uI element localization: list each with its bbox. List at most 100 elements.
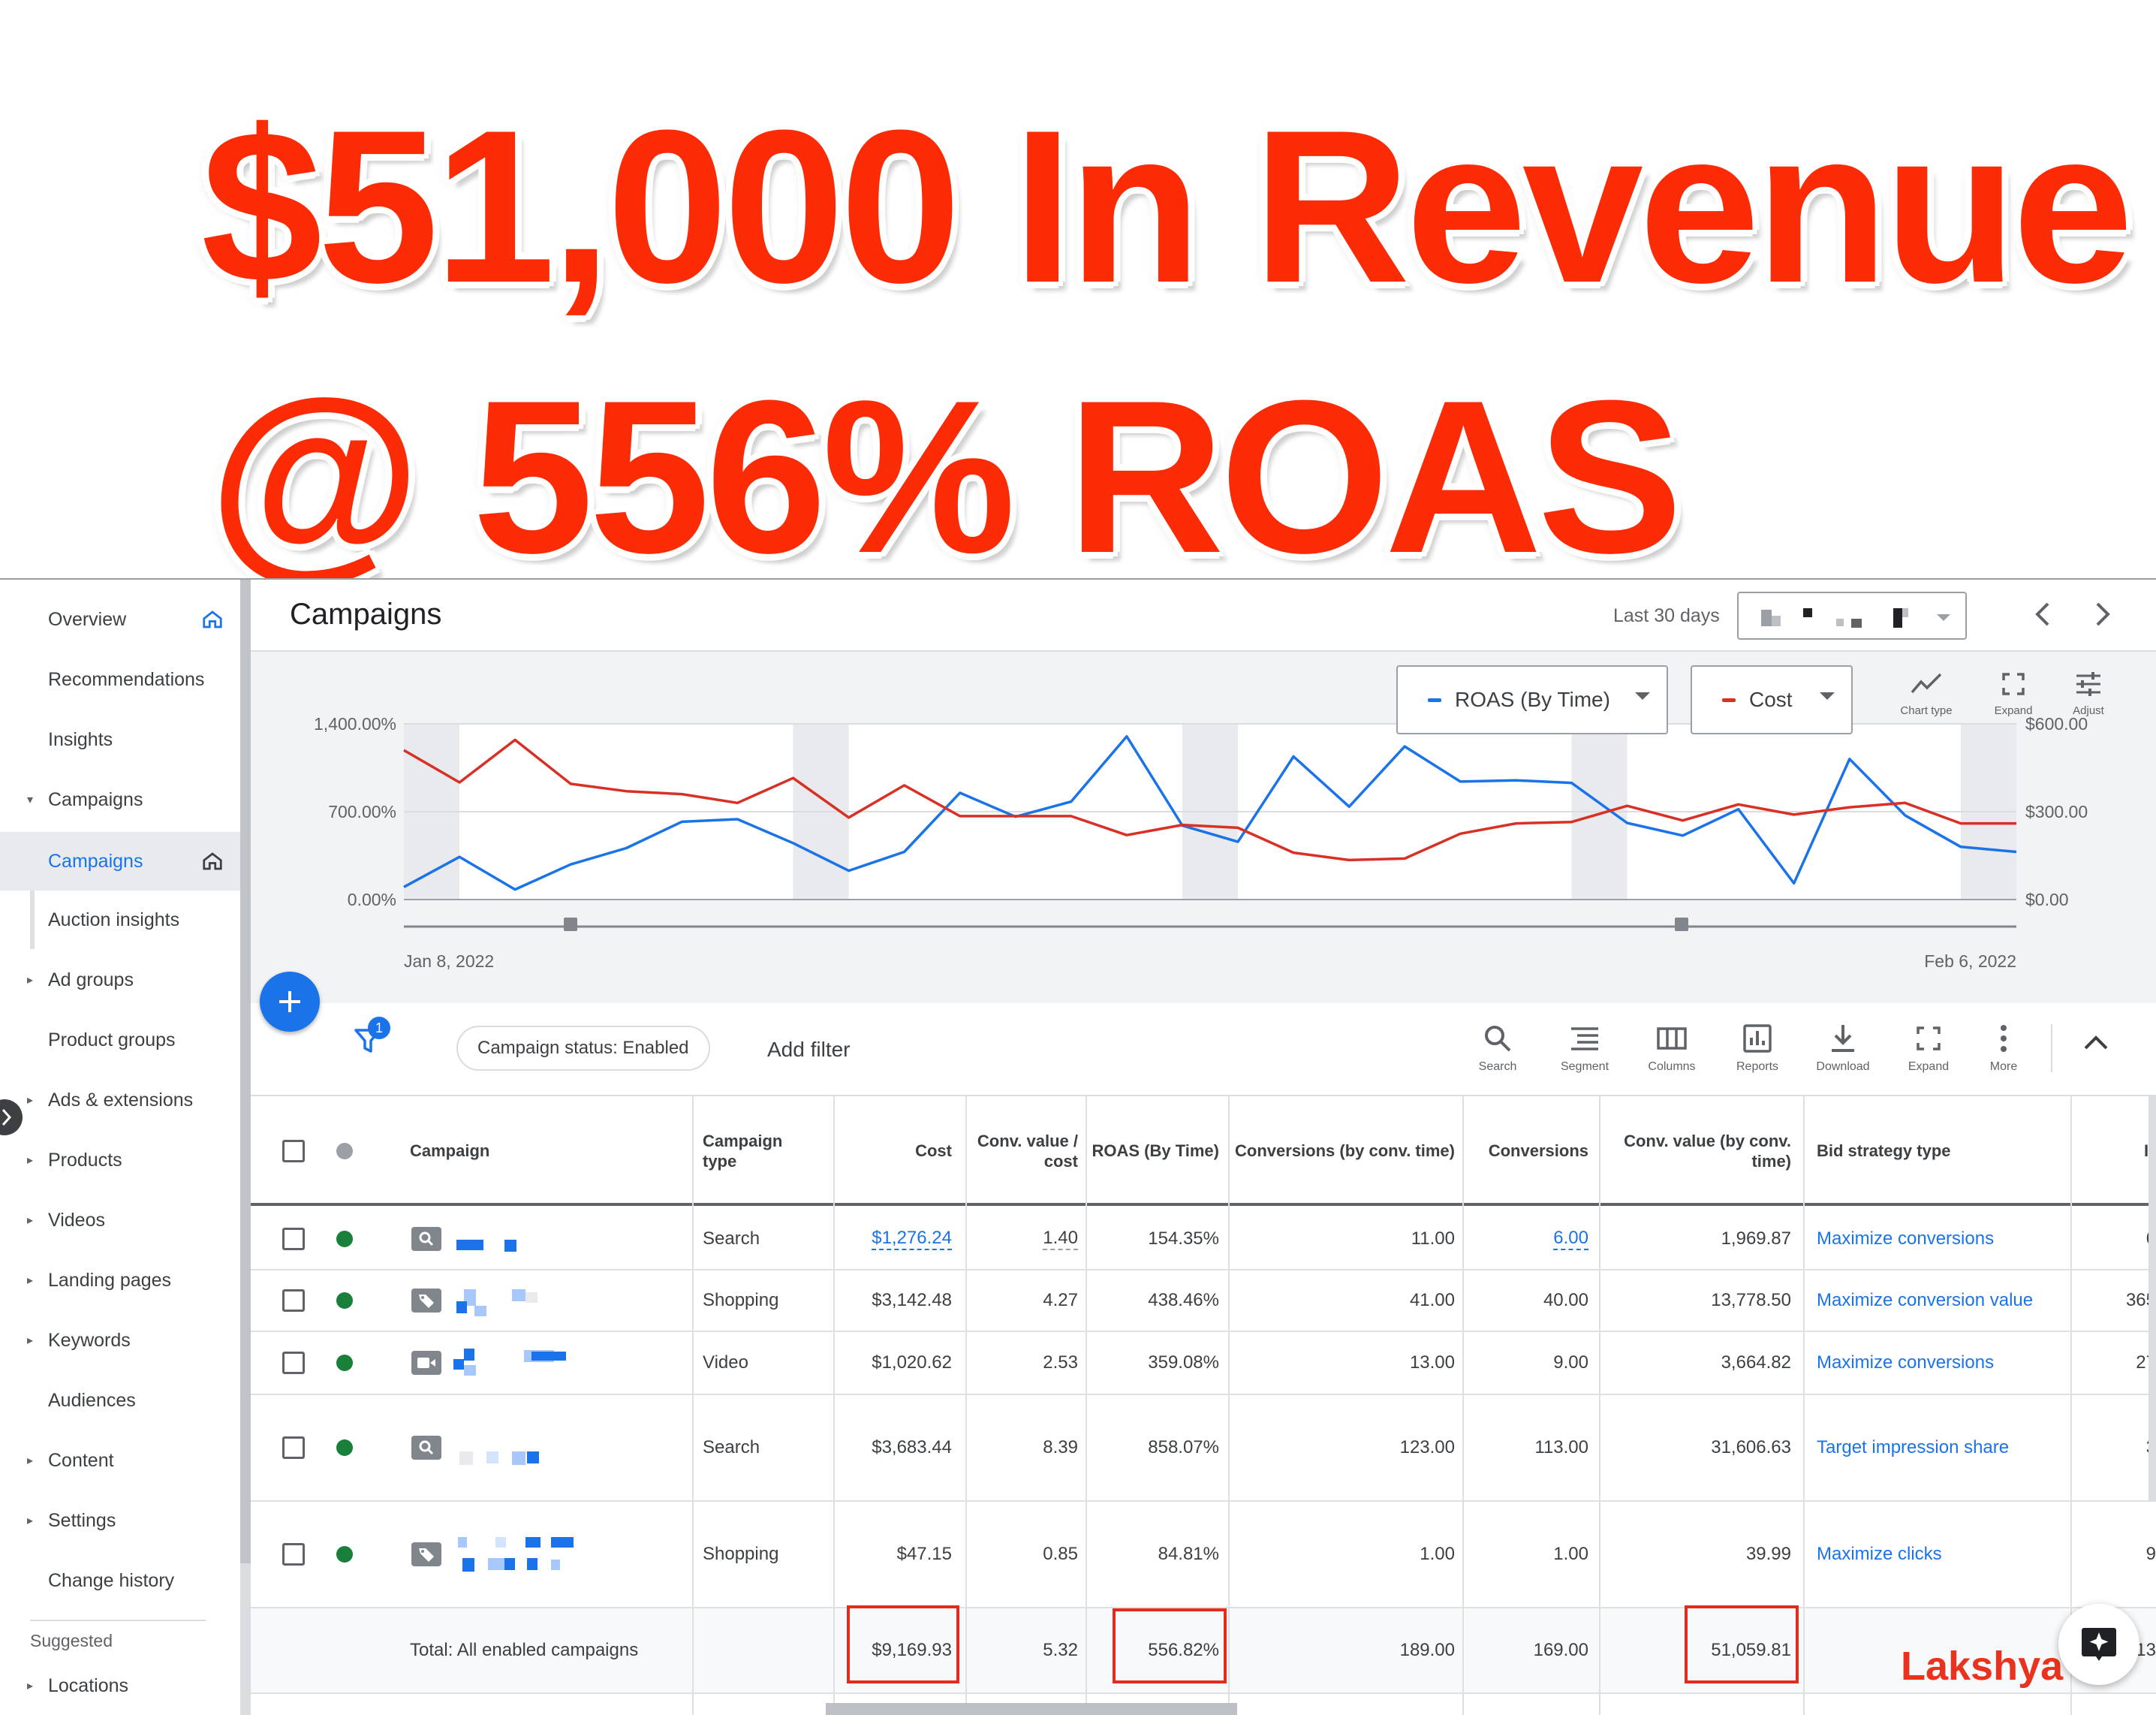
- date-range-select[interactable]: [1737, 592, 1967, 640]
- row-checkbox[interactable]: [282, 1289, 305, 1312]
- bid-strategy-link[interactable]: Maximize conversions: [1817, 1209, 1994, 1269]
- tool-label: Reports: [1736, 1060, 1779, 1073]
- sidebar-item-insights[interactable]: Insights: [0, 710, 240, 769]
- segment-icon: [1571, 1027, 1598, 1050]
- col-conversions-by-time[interactable]: Conversions (by conv. time): [1234, 1096, 1455, 1206]
- table-vertical-scrollbar[interactable]: [2148, 1096, 2156, 1502]
- assistant-button[interactable]: [2058, 1604, 2139, 1685]
- col-campaign-type[interactable]: Campaign type: [703, 1096, 808, 1206]
- roas-cell: 438.46%: [1148, 1290, 1219, 1310]
- campaign-name-redacted[interactable]: [411, 1209, 592, 1269]
- campaign-name-redacted[interactable]: [411, 1332, 592, 1394]
- sidebar-item-product-groups[interactable]: Product groups: [0, 1011, 240, 1069]
- status-enabled-dot[interactable]: [336, 1292, 353, 1309]
- sidebar-item-overview[interactable]: Overview: [0, 590, 240, 649]
- sidebar-item-locations[interactable]: ▸ Locations: [0, 1656, 240, 1715]
- sidebar-item-campaigns-group[interactable]: ▾ Campaigns: [0, 770, 240, 829]
- table-horizontal-scrollbar[interactable]: [826, 1703, 1237, 1715]
- sidebar-item-settings[interactable]: ▸ Settings: [0, 1491, 240, 1550]
- sidebar-item-products[interactable]: ▸ Products: [0, 1131, 240, 1189]
- status-cell[interactable]: [336, 1270, 353, 1331]
- select-all-checkbox-cell[interactable]: [282, 1096, 312, 1206]
- conv-value-by-time-cell: 1,969.87: [1721, 1228, 1791, 1249]
- sidebar-item-ads-extensions[interactable]: ▸ Ads & extensions: [0, 1071, 240, 1129]
- sidebar-item-landing-pages[interactable]: ▸ Landing pages: [0, 1251, 240, 1310]
- reports-button[interactable]: Reports: [1716, 1020, 1799, 1074]
- table-row[interactable]: Shopping $3,142.48 4.27 438.46% 41.00 40…: [251, 1270, 2156, 1332]
- columns-button[interactable]: Columns: [1631, 1020, 1713, 1074]
- col-roas[interactable]: ROAS (By Time): [1090, 1096, 1219, 1206]
- campaign-name-redacted[interactable]: [411, 1270, 592, 1331]
- conversions-cell[interactable]: 6.00: [1468, 1209, 1588, 1269]
- col-conv-value-by-time[interactable]: Conv. value (by conv. time): [1602, 1096, 1791, 1206]
- table-search-button[interactable]: Search: [1456, 1020, 1539, 1074]
- campaign-name-redacted[interactable]: [411, 1395, 592, 1500]
- chart-expand-button[interactable]: Expand: [1976, 665, 2051, 717]
- status-enabled-dot[interactable]: [336, 1439, 353, 1456]
- select-all-checkbox[interactable]: [282, 1140, 305, 1162]
- chevron-up-icon[interactable]: [2082, 1033, 2109, 1051]
- row-checkbox[interactable]: [282, 1228, 305, 1250]
- create-campaign-fab[interactable]: [260, 972, 320, 1032]
- sidebar-item-recommendations[interactable]: Recommendations: [0, 650, 240, 709]
- metric-selector-cost[interactable]: Cost: [1691, 665, 1853, 734]
- bid-strategy-link[interactable]: Maximize clicks: [1817, 1502, 1942, 1607]
- table-row[interactable]: Search $1,276.24 1.40 154.35% 11.00 6.00…: [251, 1209, 2156, 1270]
- table-expand-button[interactable]: Expand: [1887, 1020, 1970, 1074]
- redacted-campaign-name-block: [525, 1292, 537, 1303]
- cost-cell[interactable]: $1,276.24: [836, 1209, 952, 1269]
- sidebar-item-auction-insights[interactable]: Auction insights: [0, 891, 240, 949]
- redacted-campaign-name-block: [504, 1240, 516, 1252]
- col-conv-value-cost[interactable]: Conv. value / cost: [967, 1096, 1078, 1206]
- col-cost[interactable]: Cost: [836, 1096, 952, 1206]
- row-checkbox[interactable]: [282, 1352, 305, 1374]
- download-button[interactable]: Download: [1802, 1020, 1884, 1074]
- table-row[interactable]: Shopping $47.15 0.85 84.81% 1.00 1.00 39…: [251, 1502, 2156, 1608]
- row-checkbox-cell[interactable]: [282, 1270, 305, 1331]
- table-row[interactable]: Video $1,020.62 2.53 359.08% 13.00 9.00 …: [251, 1332, 2156, 1395]
- sidebar-scrollbar[interactable]: [240, 580, 251, 1715]
- sidebar-item-label: Insights: [48, 728, 113, 750]
- chevron-left-icon[interactable]: [2031, 599, 2055, 629]
- col-conversions[interactable]: Conversions: [1468, 1096, 1588, 1206]
- col-campaign[interactable]: Campaign: [410, 1096, 635, 1206]
- status-cell[interactable]: [336, 1502, 353, 1607]
- row-checkbox-cell[interactable]: [282, 1332, 305, 1394]
- row-checkbox-cell[interactable]: [282, 1209, 305, 1269]
- more-button[interactable]: More: [1962, 1020, 2045, 1074]
- sidebar-item-videos[interactable]: ▸ Videos: [0, 1191, 240, 1249]
- metric-selector-roas[interactable]: ROAS (By Time): [1396, 665, 1668, 734]
- caret-right-icon: ▸: [27, 1274, 34, 1287]
- scrollbar-thumb[interactable]: [240, 580, 251, 1563]
- row-checkbox-cell[interactable]: [282, 1395, 305, 1500]
- row-checkbox-cell[interactable]: [282, 1502, 305, 1607]
- sidebar-item-keywords[interactable]: ▸ Keywords: [0, 1311, 240, 1370]
- status-enabled-dot[interactable]: [336, 1231, 353, 1247]
- sidebar-item-change-history[interactable]: Change history: [0, 1551, 240, 1610]
- chevron-right-icon[interactable]: [2090, 599, 2114, 629]
- sidebar-item-campaigns[interactable]: Campaigns: [0, 832, 240, 891]
- bid-strategy-link[interactable]: Maximize conversion value: [1817, 1270, 2033, 1331]
- sidebar-item-ad-groups[interactable]: ▸ Ad groups: [0, 951, 240, 1009]
- sidebar-item-content[interactable]: ▸ Content: [0, 1431, 240, 1490]
- row-checkbox[interactable]: [282, 1436, 305, 1459]
- bid-strategy-link[interactable]: Target impression share: [1817, 1395, 2009, 1500]
- add-filter-button[interactable]: Add filter: [767, 1038, 851, 1062]
- status-cell[interactable]: [336, 1209, 353, 1269]
- sidebar-item-audiences[interactable]: Audiences: [0, 1371, 240, 1430]
- chart-type-button[interactable]: Chart type: [1889, 665, 1964, 717]
- status-cell[interactable]: [336, 1332, 353, 1394]
- col-bid-strategy[interactable]: Bid strategy type: [1817, 1096, 2042, 1206]
- status-enabled-dot[interactable]: [336, 1546, 353, 1563]
- filter-chip-campaign-status[interactable]: Campaign status: Enabled: [456, 1026, 710, 1071]
- sidebar-item-label: Keywords: [48, 1329, 131, 1351]
- chart-adjust-button[interactable]: Adjust: [2051, 665, 2126, 717]
- segment-button[interactable]: Segment: [1543, 1020, 1626, 1074]
- status-cell[interactable]: [336, 1395, 353, 1500]
- row-checkbox[interactable]: [282, 1543, 305, 1566]
- status-enabled-dot[interactable]: [336, 1355, 353, 1371]
- campaign-name-redacted[interactable]: [411, 1502, 592, 1607]
- table-row[interactable]: Search $3,683.44 8.39 858.07% 123.00 113…: [251, 1395, 2156, 1502]
- conv-value-cost-cell: 2.53: [967, 1332, 1078, 1394]
- bid-strategy-link[interactable]: Maximize conversions: [1817, 1332, 1994, 1394]
